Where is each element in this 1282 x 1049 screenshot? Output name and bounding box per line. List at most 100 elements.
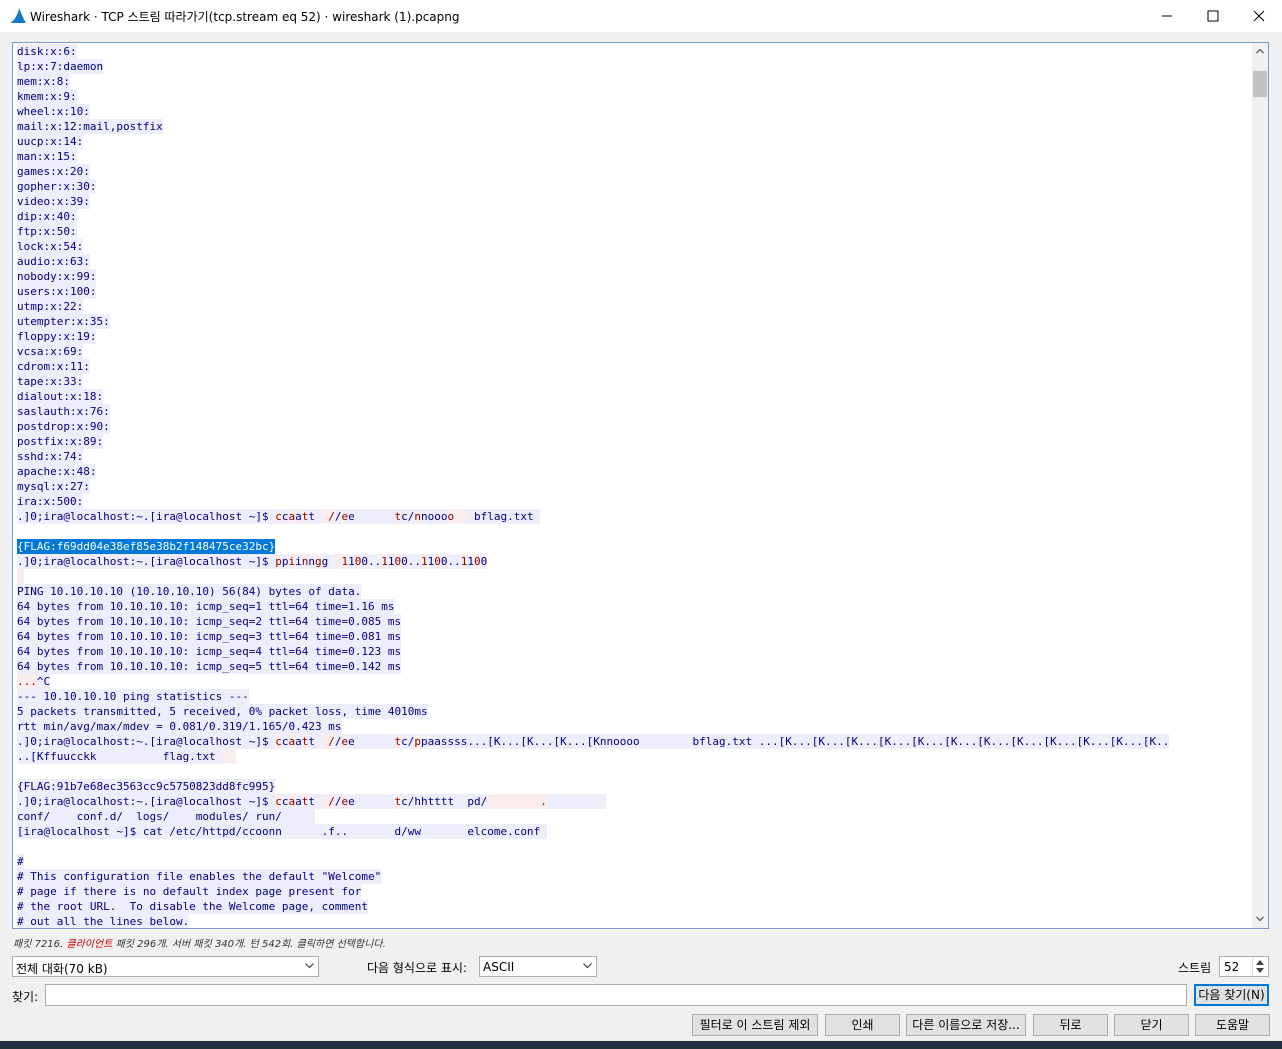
stream-line[interactable]: .]0;ira@localhost:~.[ira@localhost ~]$ c… — [17, 734, 1170, 749]
stream-line[interactable]: conf/ conf.d/ logs/ modules/ run/ — [17, 809, 1169, 824]
stream-line[interactable]: saslauth:x:76: — [17, 404, 1169, 419]
stream-line[interactable] — [17, 839, 1169, 854]
client-text: p — [275, 554, 282, 569]
stream-line[interactable]: floppy:x:19: — [17, 329, 1169, 344]
stream-line[interactable]: disk:x:6: — [17, 44, 1169, 59]
vertical-scrollbar[interactable] — [1252, 43, 1268, 928]
stream-line[interactable]: 64 bytes from 10.10.10.10: icmp_seq=2 tt… — [17, 614, 1169, 629]
stream-line[interactable]: postdrop:x:90: — [17, 419, 1169, 434]
scroll-thumb[interactable] — [1253, 71, 1267, 97]
minimize-button[interactable] — [1144, 0, 1190, 32]
stream-line[interactable]: # the root URL. To disable the Welcome p… — [17, 899, 1169, 914]
stream-line[interactable]: ...^C — [17, 674, 1169, 689]
stream-line[interactable]: man:x:15: — [17, 149, 1169, 164]
stream-line[interactable]: users:x:100: — [17, 284, 1169, 299]
stream-line[interactable]: video:x:39: — [17, 194, 1169, 209]
stream-line[interactable] — [17, 764, 1169, 779]
stream-line[interactable]: mem:x:8: — [17, 74, 1169, 89]
stream-line[interactable]: ftp:x:50: — [17, 224, 1169, 239]
stream-line[interactable]: ira:x:500: — [17, 494, 1169, 509]
stream-line[interactable]: {FLAG:91b7e68ec3563cc9c5750823dd8fc995} — [17, 779, 1169, 794]
stream-line[interactable]: dialout:x:18: — [17, 389, 1169, 404]
find-next-button[interactable]: 다음 찾기(N) — [1194, 984, 1269, 1006]
stream-line[interactable]: .]0;ira@localhost:~.[ira@localhost ~]$ c… — [17, 509, 1169, 524]
server-text: # — [17, 854, 24, 869]
stream-line[interactable]: utempter:x:35: — [17, 314, 1169, 329]
close-window-button[interactable] — [1236, 0, 1282, 32]
stream-line[interactable]: sshd:x:74: — [17, 449, 1169, 464]
stream-number-spinbox[interactable]: 52 — [1219, 956, 1269, 977]
spin-down-icon[interactable] — [1256, 968, 1264, 973]
stream-line[interactable]: apache:x:48: — [17, 464, 1169, 479]
stream-line[interactable]: 64 bytes from 10.10.10.10: icmp_seq=4 tt… — [17, 644, 1169, 659]
stream-line[interactable]: lock:x:54: — [17, 239, 1169, 254]
server-text: / — [334, 734, 342, 749]
stream-line[interactable]: ..[Kffuucckk flag.txt — [17, 749, 1169, 764]
spin-buttons[interactable] — [1252, 957, 1268, 976]
stream-line[interactable]: .]0;ira@localhost:~.[ira@localhost ~]$ c… — [17, 794, 1169, 809]
stream-line[interactable]: games:x:20: — [17, 164, 1169, 179]
back-button[interactable]: 뒤로 — [1033, 1014, 1108, 1036]
stream-line[interactable]: tape:x:33: — [17, 374, 1169, 389]
filter-out-stream-button[interactable]: 필터로 이 스트림 제외 — [692, 1014, 818, 1036]
stream-line[interactable]: cdrom:x:11: — [17, 359, 1169, 374]
close-button[interactable]: 닫기 — [1114, 1014, 1189, 1036]
stream-line[interactable]: {FLAG:f69dd04e38ef85e38b2f148475ce32bc} — [17, 539, 1169, 554]
help-button[interactable]: 도움말 — [1195, 1014, 1270, 1036]
stream-line[interactable]: audio:x:63: — [17, 254, 1169, 269]
stream-line[interactable]: kmem:x:9: — [17, 89, 1169, 104]
client-text: a — [288, 734, 296, 749]
stream-line[interactable]: .]0;ira@localhost:~.[ira@localhost ~]$ p… — [17, 554, 1169, 569]
server-text: audio:x:63: — [17, 254, 90, 269]
server-text: kmem:x:9: — [17, 89, 77, 104]
stream-line[interactable]: 64 bytes from 10.10.10.10: icmp_seq=3 tt… — [17, 629, 1169, 644]
find-input[interactable] — [45, 984, 1187, 1006]
stream-line[interactable]: rtt min/avg/max/mdev = 0.081/0.319/1.165… — [17, 719, 1169, 734]
stream-line[interactable]: mysql:x:27: — [17, 479, 1169, 494]
scroll-up-button[interactable] — [1252, 43, 1268, 60]
server-text: nobody:x:99: — [17, 269, 97, 284]
server-text: 64 bytes from 10.10.10.10: icmp_seq=5 tt… — [17, 659, 402, 674]
server-text: c/hhtttt pd/ — [401, 794, 488, 809]
stream-line[interactable]: # This configuration file enables the de… — [17, 869, 1169, 884]
show-as-select[interactable]: ASCII — [479, 956, 597, 977]
stream-line[interactable] — [17, 524, 1169, 539]
print-button[interactable]: 인쇄 — [825, 1014, 900, 1036]
conversation-select[interactable]: 전체 대화(70 kB) — [12, 956, 319, 977]
stream-line[interactable] — [17, 569, 1169, 584]
client-text: . — [487, 794, 547, 809]
stream-line[interactable]: vcsa:x:69: — [17, 344, 1169, 359]
server-text: .]0;ira@localhost:~.[ira@localhost ~]$ — [17, 509, 276, 524]
spin-up-icon[interactable] — [1256, 960, 1264, 965]
stream-line[interactable]: postfix:x:89: — [17, 434, 1169, 449]
stream-line[interactable]: 5 packets transmitted, 5 received, 0% pa… — [17, 704, 1169, 719]
server-text: .]0;ira@localhost:~.[ira@localhost ~]$ — [17, 794, 276, 809]
server-text: ftp:x:50: — [17, 224, 77, 239]
stream-line[interactable]: --- 10.10.10.10 ping statistics --- — [17, 689, 1169, 704]
stream-text[interactable]: disk:x:6: lp:x:7:daemon mem:x:8: kmem:x:9: w… — [17, 44, 1170, 928]
server-text: n — [308, 554, 316, 569]
stream-line[interactable]: lp:x:7:daemon — [17, 59, 1169, 74]
stream-line[interactable]: # page if there is no default index page… — [17, 884, 1169, 899]
server-text: postdrop:x:90: — [17, 419, 110, 434]
stream-line[interactable]: gopher:x:30: — [17, 179, 1169, 194]
stream-content-area[interactable]: disk:x:6: lp:x:7:daemon mem:x:8: kmem:x:9: w… — [12, 42, 1269, 929]
stream-line[interactable]: dip:x:40: — [17, 209, 1169, 224]
conversation-select-value: 전체 대화(70 kB) — [16, 962, 108, 976]
stream-line[interactable]: PING 10.10.10.10 (10.10.10.10) 56(84) by… — [17, 584, 1169, 599]
save-as-button[interactable]: 다른 이름으로 저장... — [906, 1014, 1026, 1036]
stream-line[interactable]: utmp:x:22: — [17, 299, 1169, 314]
scroll-down-button[interactable] — [1252, 911, 1268, 928]
stream-line[interactable]: 64 bytes from 10.10.10.10: icmp_seq=5 tt… — [17, 659, 1169, 674]
stream-line[interactable]: # out all the lines below. — [17, 914, 1169, 928]
stream-line[interactable]: uucp:x:14: — [17, 134, 1169, 149]
server-text: lp:x:7:daemon — [17, 59, 104, 74]
maximize-button[interactable] — [1190, 0, 1236, 32]
stream-line[interactable]: [ira@localhost ~]$ cat /etc/httpd/ccoonn… — [17, 824, 1169, 839]
stream-line[interactable]: mail:x:12:mail,postfix — [17, 119, 1169, 134]
stream-line[interactable]: # — [17, 854, 1169, 869]
server-text: conf/ conf.d/ logs/ modules/ run/ — [17, 809, 316, 824]
stream-line[interactable]: nobody:x:99: — [17, 269, 1169, 284]
stream-line[interactable]: wheel:x:10: — [17, 104, 1169, 119]
stream-line[interactable]: 64 bytes from 10.10.10.10: icmp_seq=1 tt… — [17, 599, 1169, 614]
